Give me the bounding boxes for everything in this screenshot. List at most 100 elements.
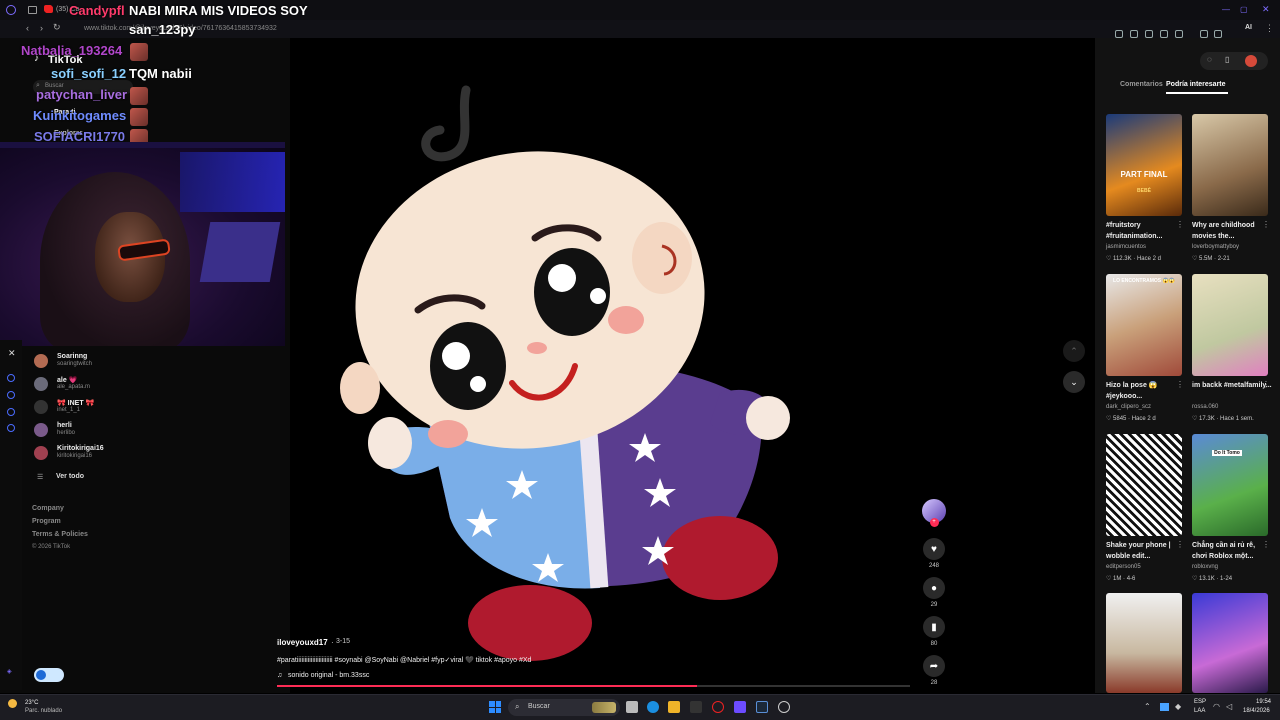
progress-track[interactable]: [277, 685, 910, 687]
related-video-thumbnail[interactable]: Shake your phone: [1106, 434, 1182, 536]
bookmark-icon[interactable]: ▮: [923, 616, 945, 638]
related-video-title[interactable]: Chẳng cần ai rủ rê, chơi Roblox một...: [1192, 540, 1272, 562]
tab-list-icon[interactable]: [28, 6, 37, 14]
related-video-thumbnail[interactable]: [1192, 114, 1268, 216]
following-item[interactable]: Kiritokirigai16 kiritokirigai16: [34, 445, 274, 465]
minimize-button[interactable]: —: [1222, 5, 1230, 14]
toggle-switch[interactable]: [34, 668, 64, 682]
footer-terms[interactable]: Terms & Policies: [32, 531, 88, 538]
maximize-button[interactable]: ▢: [1240, 5, 1248, 14]
ai-extension-button[interactable]: AI: [1245, 24, 1252, 31]
related-video-author[interactable]: dark_clipero_scz: [1106, 404, 1151, 410]
weather-temp[interactable]: 23°C: [25, 700, 38, 706]
more-options-icon[interactable]: ⋮: [1176, 540, 1184, 549]
more-options-icon[interactable]: ⋮: [1262, 540, 1270, 549]
wifi-icon[interactable]: ◠: [1213, 702, 1220, 711]
like-action[interactable]: ♥ 248: [922, 538, 946, 569]
volume-icon[interactable]: ◁: [1226, 702, 1232, 711]
browser-menu-dots-icon[interactable]: ⋮: [1265, 23, 1274, 34]
rail-live-icon[interactable]: [7, 408, 15, 416]
circle-view-icon[interactable]: ◌: [1207, 55, 1212, 64]
save-action[interactable]: ▮ 80: [922, 616, 946, 647]
more-options-icon[interactable]: ⋮: [1176, 380, 1184, 389]
close-button[interactable]: ✕: [1262, 4, 1270, 15]
related-video-author[interactable]: robloxvng: [1192, 564, 1218, 570]
comment-action[interactable]: ● 29: [922, 577, 946, 608]
file-explorer-icon[interactable]: [668, 701, 680, 713]
related-video-title[interactable]: Hizo la pose 😱 #jeykooo...: [1106, 380, 1186, 402]
clock-time[interactable]: 19:54: [1256, 699, 1271, 705]
next-video-button[interactable]: ⌄: [1063, 371, 1085, 393]
steam-icon[interactable]: [756, 701, 768, 713]
related-video-author[interactable]: jasmimcuentos: [1106, 244, 1146, 250]
share-action[interactable]: ➦ 28: [922, 655, 946, 686]
related-video-author[interactable]: rossa.060: [1192, 404, 1218, 410]
following-name: herli: [57, 422, 72, 429]
back-icon[interactable]: ‹: [26, 23, 29, 33]
weather-icon[interactable]: [8, 699, 22, 711]
following-item[interactable]: 🎀 INET 🎀 inet_1_1: [34, 399, 274, 419]
following-item[interactable]: herli herlibo: [34, 422, 274, 442]
related-video-thumbnail[interactable]: [1106, 593, 1182, 693]
more-options-icon[interactable]: ⋮: [1176, 220, 1184, 229]
browser-menu-icon[interactable]: [6, 5, 16, 15]
related-video-thumbnail[interactable]: PART FINAL BEBÉ: [1106, 114, 1182, 216]
x-icon[interactable]: ✕: [8, 348, 16, 359]
more-options-icon[interactable]: ⋮: [1262, 380, 1270, 389]
language-label[interactable]: ESP: [1194, 699, 1206, 705]
opera-icon[interactable]: [712, 701, 724, 713]
tab-related[interactable]: Podría interesarte: [1166, 81, 1226, 88]
related-video-author[interactable]: editperson05: [1106, 564, 1141, 570]
task-view-icon[interactable]: [626, 701, 638, 713]
reload-icon[interactable]: ↻: [53, 22, 61, 33]
windows-start-icon[interactable]: [489, 701, 501, 713]
following-handle: inet_1_1: [57, 407, 81, 413]
previous-video-button[interactable]: ⌃: [1063, 340, 1085, 362]
video-author[interactable]: iloveyouxd17: [277, 638, 328, 647]
more-options-icon[interactable]: ⋮: [1262, 220, 1270, 229]
related-video-thumbnail[interactable]: Do It Tomo: [1192, 434, 1268, 536]
footer-company[interactable]: Company: [32, 505, 64, 512]
clock-date[interactable]: 18/4/2026: [1243, 708, 1270, 714]
rail-explore-icon[interactable]: [7, 391, 15, 399]
thumbnail-overlay-subtext: BEBÉ: [1137, 188, 1151, 194]
related-video-title[interactable]: #fruitstory #fruitanimation...: [1106, 220, 1186, 242]
discord-icon[interactable]: [734, 701, 746, 713]
following-item[interactable]: Soarinng soaringtwitch: [34, 353, 274, 373]
edge-icon[interactable]: [647, 701, 659, 713]
related-video-thumbnail[interactable]: [1192, 274, 1268, 376]
tab-comments[interactable]: Comentarios: [1120, 81, 1163, 88]
thumbnail-overlay-text: Do It Tomo: [1212, 450, 1242, 456]
video-sound[interactable]: sonido original - bm.33ssc: [288, 672, 369, 679]
rail-home-icon[interactable]: [7, 374, 15, 382]
related-video-author[interactable]: loverboymattyboy: [1192, 244, 1239, 250]
avatar: [34, 377, 48, 391]
related-video-title[interactable]: im backk #metalfamily...: [1192, 380, 1272, 391]
rail-settings-icon[interactable]: [7, 424, 15, 432]
heart-icon[interactable]: ♥: [923, 538, 945, 560]
video-player[interactable]: [290, 38, 1095, 693]
tray-dropbox-icon[interactable]: ◆: [1175, 702, 1181, 711]
author-avatar[interactable]: +: [922, 499, 946, 527]
related-video-thumbnail[interactable]: [1192, 593, 1268, 693]
footer-program[interactable]: Program: [32, 518, 61, 525]
tray-app-icon[interactable]: [1160, 703, 1169, 711]
related-video-title[interactable]: Shake your phone | wobble edit...: [1106, 540, 1186, 562]
forward-icon[interactable]: ›: [40, 23, 43, 33]
footer-copyright: © 2026 TikTok: [32, 544, 71, 550]
taskbar-search[interactable]: ⌕ Buscar: [508, 699, 620, 716]
obs-icon[interactable]: [778, 701, 790, 713]
phone-view-icon[interactable]: ▯: [1225, 55, 1229, 64]
news-app-icon[interactable]: [690, 701, 702, 713]
share-icon[interactable]: ➦: [923, 655, 945, 677]
see-all-link[interactable]: Ver todo: [56, 473, 84, 480]
rail-bottom-icon[interactable]: ◈: [7, 668, 12, 675]
comment-icon[interactable]: ●: [923, 577, 945, 599]
following-item[interactable]: ale 💗 ale_apata.m: [34, 376, 274, 396]
user-avatar[interactable]: [1245, 55, 1257, 67]
thumbnail-overlay-text: LO ENCONTRAMOS 😱😱: [1113, 278, 1175, 284]
related-video-thumbnail[interactable]: LO ENCONTRAMOS 😱😱: [1106, 274, 1182, 376]
related-video-title[interactable]: Why are childhood movies the...: [1192, 220, 1272, 242]
tray-chevron-icon[interactable]: ⌃: [1144, 702, 1151, 711]
side-rail: ✕: [0, 340, 22, 690]
